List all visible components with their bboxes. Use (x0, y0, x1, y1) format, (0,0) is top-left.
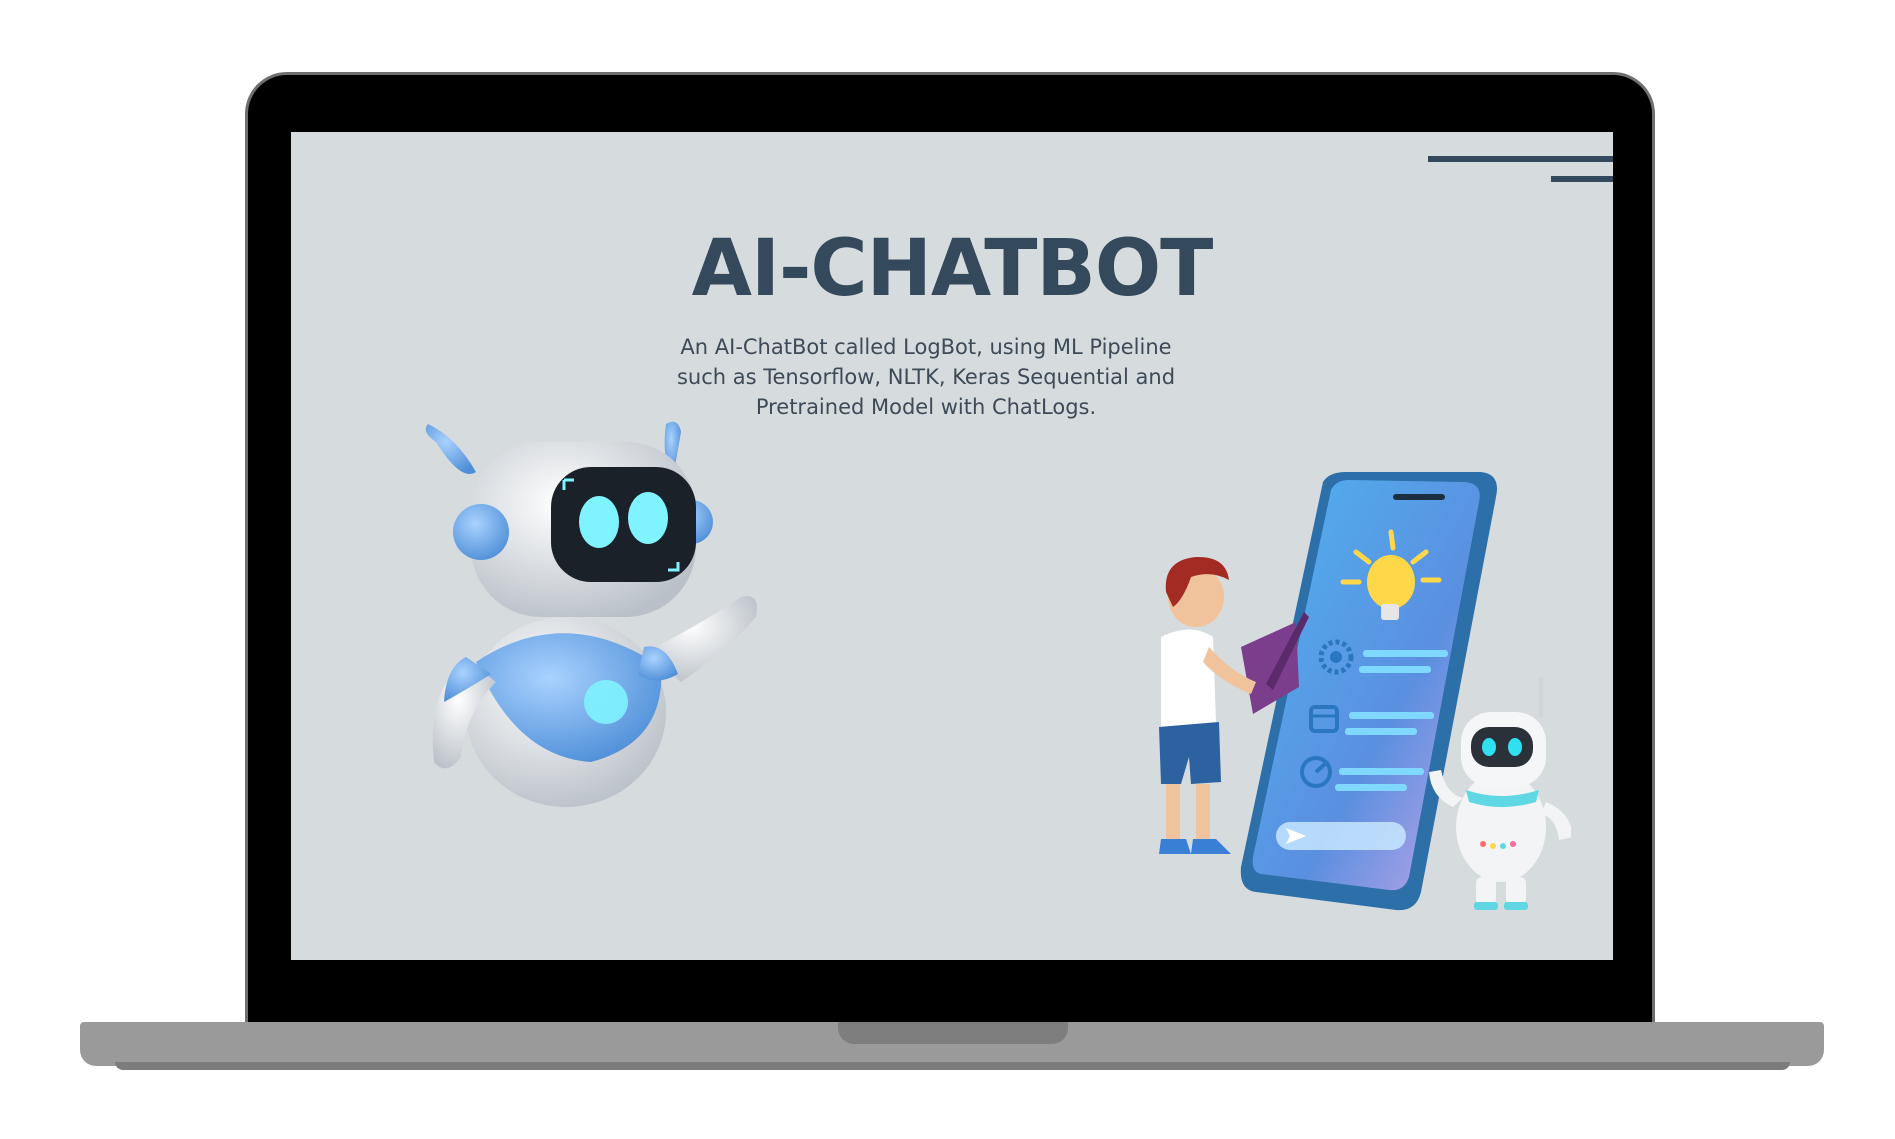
robot-face-screen (551, 467, 696, 582)
page-title: AI-CHATBOT (691, 224, 1214, 314)
list-line (1345, 728, 1417, 735)
robot-eye (579, 496, 619, 548)
list-line (1359, 666, 1431, 673)
laptop-screen: AI-CHATBOT An AI-ChatBot called LogBot, … (291, 132, 1613, 960)
robot-eye (628, 492, 668, 544)
page-subtitle: An AI-ChatBot called LogBot, using ML Pi… (631, 332, 1221, 422)
decorative-lines (1423, 156, 1613, 186)
laptop-notch (838, 1022, 1068, 1044)
robot-ear-cap (453, 504, 509, 560)
robot-ear (425, 424, 476, 474)
robot-illustration (425, 421, 757, 807)
chat-app-illustration (1159, 472, 1571, 911)
phone-speaker (1393, 494, 1445, 500)
laptop-base-shadow (115, 1062, 1790, 1070)
list-line (1363, 650, 1448, 657)
list-line (1349, 712, 1434, 719)
robot-chest-light (584, 680, 628, 724)
decorative-line-short (1551, 176, 1613, 182)
subtitle-line: such as Tensorflow, NLTK, Keras Sequenti… (676, 365, 1176, 389)
list-line (1339, 768, 1424, 775)
decorative-line-long (1428, 156, 1613, 162)
subtitle-line: An AI-ChatBot called LogBot, using ML Pi… (680, 335, 1172, 359)
list-line (1335, 784, 1407, 791)
